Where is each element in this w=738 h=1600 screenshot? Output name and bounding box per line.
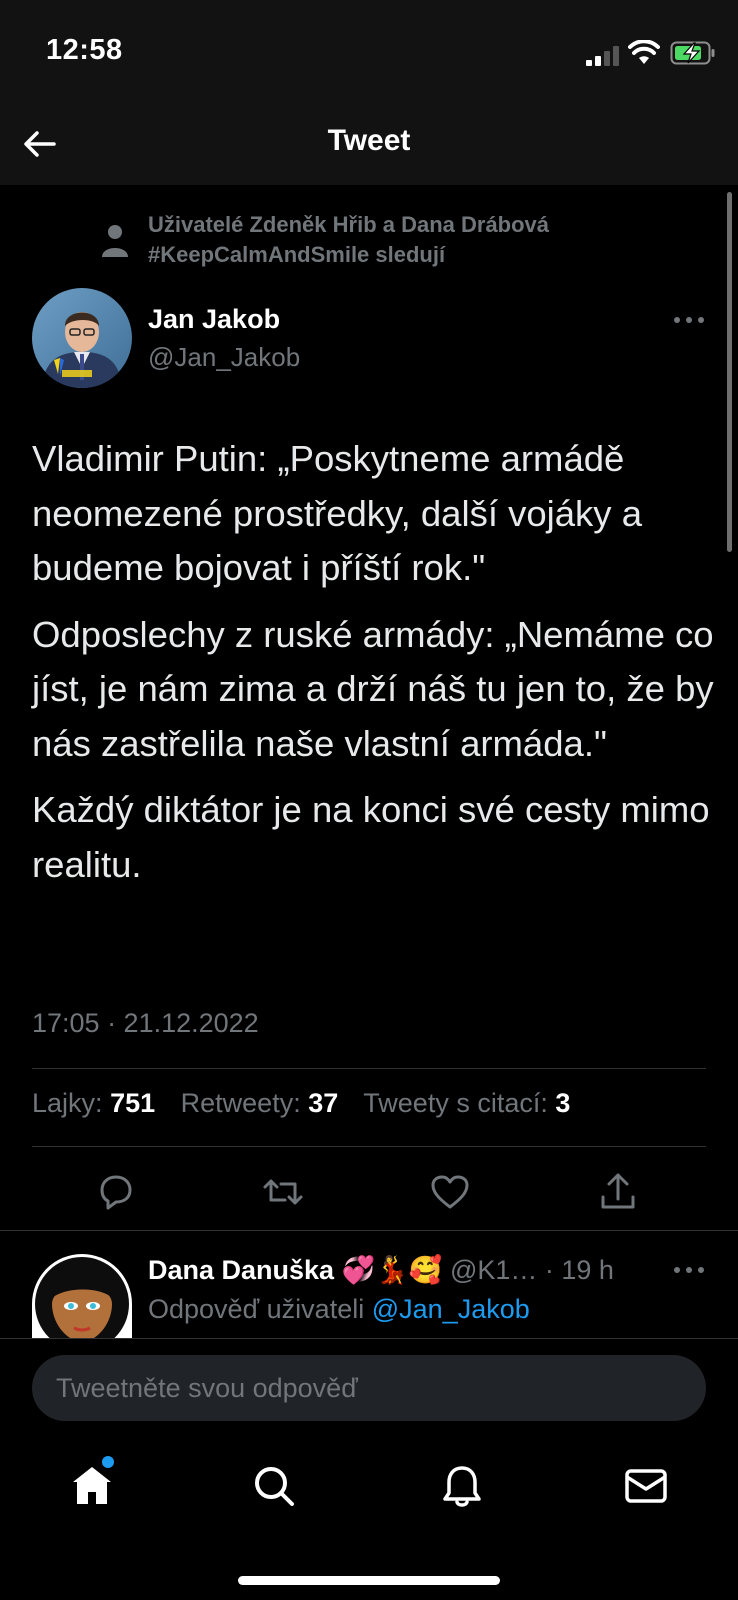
tweet-timestamp[interactable]: 17:05 · 21.12.2022 (32, 1008, 259, 1039)
more-options-icon[interactable] (672, 308, 706, 332)
quotes-stat[interactable]: Tweety s citací: 3 (363, 1088, 570, 1118)
quotes-label: Tweety s citací: (363, 1088, 548, 1118)
quotes-count: 3 (555, 1088, 571, 1118)
likes-stat[interactable]: Lajky: 751 (32, 1088, 155, 1118)
author-handle[interactable]: @Jan_Jakob (148, 342, 300, 373)
likes-label: Lajky: (32, 1088, 103, 1118)
battery-charging-icon (670, 41, 715, 65)
scrollbar[interactable] (727, 192, 732, 552)
reply-to-mention[interactable]: @Jan_Jakob (372, 1294, 530, 1324)
reply-avatar[interactable] (32, 1254, 132, 1344)
share-icon[interactable] (596, 1170, 640, 1214)
retweet-icon[interactable] (261, 1170, 305, 1214)
likes-count: 751 (110, 1088, 156, 1118)
page-title: Tweet (327, 124, 411, 157)
home-icon[interactable] (68, 1462, 116, 1510)
tweet-paragraph: Odposlechy z ruské armády: „Nemáme co jí… (32, 613, 714, 764)
reply-to-label: Odpověď uživateli (148, 1294, 365, 1324)
tweet-stats: Lajky: 751 Retweety: 37 Tweety s citací:… (32, 1088, 570, 1119)
author-name[interactable]: Jan Jakob (148, 304, 280, 335)
reply-composer-input[interactable] (32, 1355, 706, 1421)
retweets-stat[interactable]: Retweety: 37 (181, 1088, 339, 1118)
reply-to-line: Odpověď uživateli @Jan_Jakob (148, 1294, 530, 1325)
person-icon (102, 225, 128, 257)
divider (0, 1230, 738, 1231)
bell-icon[interactable] (438, 1462, 486, 1510)
status-bar: 12:58 (0, 0, 738, 105)
divider (32, 1068, 706, 1069)
search-icon[interactable] (250, 1462, 298, 1510)
reply-header[interactable]: Dana Danuška 💞💃🥰 @K1… · 19 h (148, 1254, 614, 1286)
author-avatar[interactable] (32, 288, 132, 388)
retweets-count: 37 (308, 1088, 339, 1118)
wifi-icon (628, 40, 660, 64)
tweet-text: Vladimir Putin: „Poskytneme armádě neome… (32, 432, 722, 904)
divider (32, 1146, 706, 1147)
home-notification-dot (102, 1456, 114, 1468)
home-indicator[interactable] (238, 1576, 500, 1585)
cellular-signal-icon (586, 46, 619, 66)
like-icon[interactable] (428, 1170, 472, 1214)
retweets-label: Retweety: (180, 1088, 301, 1118)
social-context[interactable]: Uživatelé Zdeněk Hřib a Dana Drábová #Ke… (148, 210, 668, 270)
tweet-paragraph: Každý diktátor je na konci své cesty mim… (32, 789, 710, 885)
status-time: 12:58 (46, 34, 123, 66)
tweet-paragraph: Vladimir Putin: „Poskytneme armádě neome… (32, 438, 643, 588)
mail-icon[interactable] (622, 1462, 670, 1510)
reply-author-name: Dana Danuška 💞💃🥰 (148, 1255, 443, 1285)
reply-author-handle: @K1… (449, 1255, 538, 1285)
header-bar: Tweet (0, 105, 738, 185)
reply-icon[interactable] (94, 1170, 138, 1214)
reply-time: · 19 h (544, 1255, 614, 1285)
reply-more-options-icon[interactable] (672, 1258, 706, 1282)
